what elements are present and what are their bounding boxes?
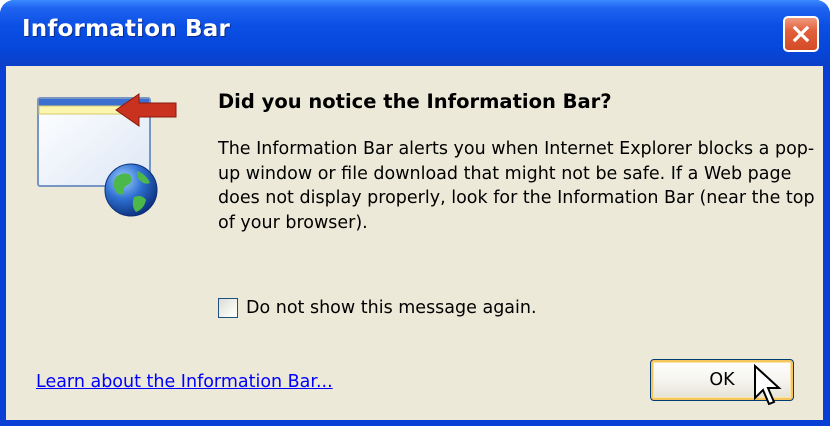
mouse-cursor-icon [754,364,782,406]
window-title: Information Bar [22,16,231,42]
dialog-window: Information Bar Did you notice the Infor… [0,0,830,426]
close-x-icon [792,25,810,43]
dialog-body-text: The Information Bar alerts you when Inte… [218,139,815,233]
close-button[interactable] [783,16,819,52]
learn-about-link[interactable]: Learn about the Information Bar... [36,372,333,392]
dont-show-again-checkbox[interactable] [218,298,238,318]
dont-show-again-row[interactable]: Do not show this message again. [218,296,537,320]
dont-show-again-label[interactable]: Do not show this message again. [246,298,537,318]
title-bar[interactable]: Information Bar [0,0,830,66]
dialog-client-area: Did you notice the Information Bar? The … [6,66,823,420]
dialog-heading: Did you notice the Information Bar? [218,90,612,113]
information-bar-browser-globe-icon [37,93,177,217]
ok-button-label: OK [709,370,735,390]
